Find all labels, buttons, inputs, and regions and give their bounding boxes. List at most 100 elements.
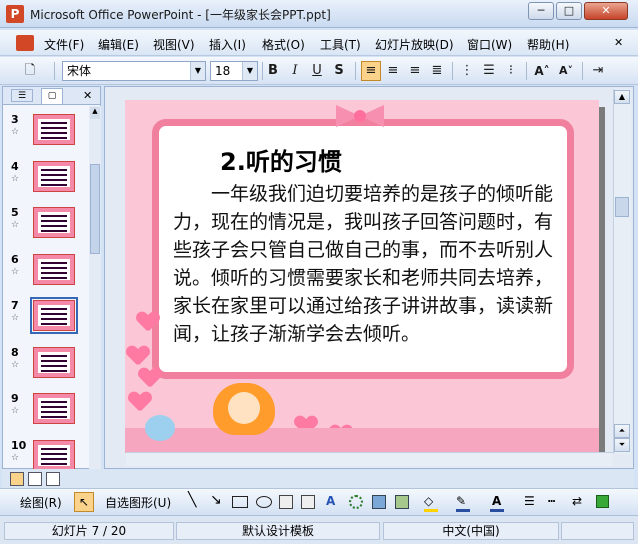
underline-button[interactable]: U [307,61,327,81]
slide-thumbnail[interactable] [33,207,75,238]
design-template-name[interactable]: 默认设计模板 [176,522,380,540]
slides-tab-icon[interactable]: ▢ [41,88,63,104]
thumbnail-text-line [41,122,67,124]
select-pointer-icon[interactable]: ↖ [74,492,94,512]
line-style-icon[interactable]: ☰ [524,494,535,508]
justify-icon[interactable]: ≣ [427,61,447,81]
heart-decoration [139,368,161,388]
arrow-tool-icon[interactable]: ↘ [210,492,222,508]
drawing-toolbar: 绘图(R) ↖ 自选图形(U) ╲ ↘ A ◇ ✎ A ☰ ┅ ⇄ [0,488,638,514]
minimize-button[interactable]: ─ [528,2,554,20]
clipart-icon[interactable] [372,495,386,509]
slide-thumbnail-number: 7 [11,299,19,312]
powerpoint-app-icon[interactable]: P [6,5,24,23]
vertical-textbox-icon[interactable] [301,495,315,509]
slide-thumbnail[interactable] [33,253,75,285]
animation-star-icon: ☆ [11,220,20,230]
oval-tool-icon[interactable] [256,496,272,508]
next-slide-icon[interactable]: ⏷ [614,438,630,452]
autoshapes-menu-button[interactable]: 自选图形(U) [105,494,171,511]
normal-view-icon[interactable] [10,472,24,486]
outline-tab-icon[interactable]: ☰ [11,89,33,102]
menu-tools[interactable]: 工具(T) [320,36,361,53]
menu-slideshow[interactable]: 幻灯片放映(D) [375,36,454,53]
bold-button[interactable]: B [263,61,283,81]
slide-canvas[interactable]: 2.听的习惯 一年级我们迫切要培养的是孩子的倾听能力，现在的情况是，我叫孩子回答… [125,100,599,453]
scroll-up-icon[interactable]: ▲ [614,90,630,104]
draw-menu-button[interactable]: 绘图(R) [20,494,62,511]
arrow-style-icon[interactable]: ⇄ [572,494,582,508]
slide-thumbnail[interactable] [33,346,75,378]
menu-view[interactable]: 视图(V) [153,36,195,53]
slide-sorter-icon[interactable] [28,472,42,486]
slide-thumbnail[interactable] [30,297,78,334]
slide-thumbnail-content [38,212,70,233]
thumbnail-text-line [41,220,67,222]
close-button[interactable]: ✕ [584,2,628,20]
slide-thumbnail[interactable] [33,114,75,145]
slideshow-view-icon[interactable] [46,472,60,486]
thumbnail-text-line [41,462,67,465]
menu-window[interactable]: 窗口(W) [467,36,512,53]
maximize-button[interactable]: □ [556,2,582,20]
chevron-down-icon[interactable]: ▼ [242,62,257,80]
shrink-font-button[interactable]: A˅ [556,61,576,81]
thumbnail-text-line [41,452,67,455]
slide-horizontal-scrollbar[interactable] [126,452,613,466]
numbered-list-icon[interactable]: ⋮ [457,61,477,81]
thumbnail-text-line [41,323,67,325]
scroll-up-icon[interactable]: ▲ [90,107,100,119]
grow-font-button[interactable]: A˄ [532,61,552,81]
slide-body-text[interactable]: 一年级我们迫切要培养的是孩子的倾听能力，现在的情况是，我叫孩子回答问题时，有些孩… [173,180,565,348]
slide-thumbnail-content [38,305,70,326]
line-tool-icon[interactable]: ╲ [188,492,196,508]
mouse-decoration [145,415,175,441]
bullets-icon[interactable]: ⁝ [501,61,521,81]
slide-title[interactable]: 2.听的习惯 [220,142,342,177]
slide-vertical-scrollbar[interactable] [613,89,631,454]
menu-help[interactable]: 帮助(H) [527,36,569,53]
fill-color-swatch [424,509,438,512]
align-right-icon[interactable]: ≡ [405,61,425,81]
chevron-down-icon[interactable]: ▼ [190,62,205,80]
italic-button[interactable]: I [285,61,305,81]
new-document-icon[interactable]: 🗋 [20,61,40,81]
close-panel-icon[interactable]: ✕ [83,89,92,102]
menu-insert[interactable]: 插入(I) [209,36,246,53]
align-left-icon[interactable]: ≡ [361,61,381,81]
shadow-style-icon[interactable] [596,495,609,508]
slide-thumbnail-content [38,165,70,187]
shadow-button[interactable]: S [329,61,349,81]
dash-style-icon[interactable]: ┅ [548,494,555,508]
scroll-thumb[interactable] [615,197,629,217]
align-center-icon[interactable]: ≡ [383,61,403,81]
font-color-icon[interactable]: A [492,494,501,508]
font-name-select[interactable]: 宋体 ▼ [62,61,206,81]
menu-edit[interactable]: 编辑(E) [98,36,139,53]
document-icon[interactable] [16,35,34,51]
language-indicator[interactable]: 中文(中国) [383,522,559,540]
bulleted-list-icon[interactable]: ☰ [479,61,499,81]
picture-icon[interactable] [395,495,409,509]
line-color-icon[interactable]: ✎ [456,494,466,508]
menu-file[interactable]: 文件(F) [44,36,84,53]
close-document-icon[interactable]: ✕ [614,36,623,49]
slide-thumbnail[interactable] [33,439,75,471]
slide-thumbnail[interactable] [33,160,75,192]
previous-slide-icon[interactable]: ⏶ [614,424,630,438]
slide-thumbnail-content [38,351,70,373]
fill-color-icon[interactable]: ◇ [424,494,433,508]
wordart-icon[interactable]: A [326,494,335,508]
diagram-icon[interactable] [349,495,363,509]
thumbnail-text-line [41,411,67,413]
scroll-thumb[interactable] [90,164,100,254]
panel-scrollbar[interactable]: ▲ [89,106,101,469]
indent-icon[interactable]: ⇥ [588,61,608,81]
slide-thumbnail-number: 9 [11,392,19,405]
menu-format[interactable]: 格式(O) [262,36,305,53]
slide-thumbnail[interactable] [33,393,75,424]
font-size-select[interactable]: 18 ▼ [210,61,258,81]
rectangle-tool-icon[interactable] [232,496,248,508]
textbox-tool-icon[interactable] [279,495,293,509]
toolbar-separator [452,62,453,80]
